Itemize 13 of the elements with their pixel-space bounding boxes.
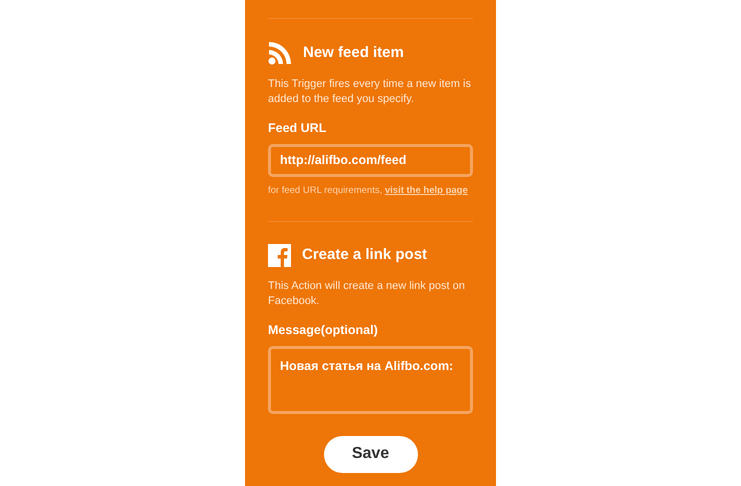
- message-field[interactable]: Новая статья на Alifbo.com:: [268, 346, 473, 414]
- section-title: Create a link post: [302, 245, 428, 265]
- help-text: for feed URL requirements, visit the help page: [268, 184, 469, 197]
- rss-icon: [268, 41, 292, 65]
- save-button[interactable]: Save: [324, 436, 418, 472]
- section-description: This Action will create a new link post on Facebook.: [268, 278, 466, 309]
- feed-url-field[interactable]: http://alifbo.com/feed: [268, 144, 473, 177]
- facebook-icon: [268, 244, 291, 267]
- help-link[interactable]: visit the help page: [384, 184, 468, 196]
- field-label: Feed URL: [268, 120, 328, 137]
- section-description: This Trigger fires every time a new item is added to the feed you specify.: [268, 77, 472, 107]
- field-label: Message(optional): [268, 322, 379, 339]
- section-title: New feed item: [303, 42, 404, 63]
